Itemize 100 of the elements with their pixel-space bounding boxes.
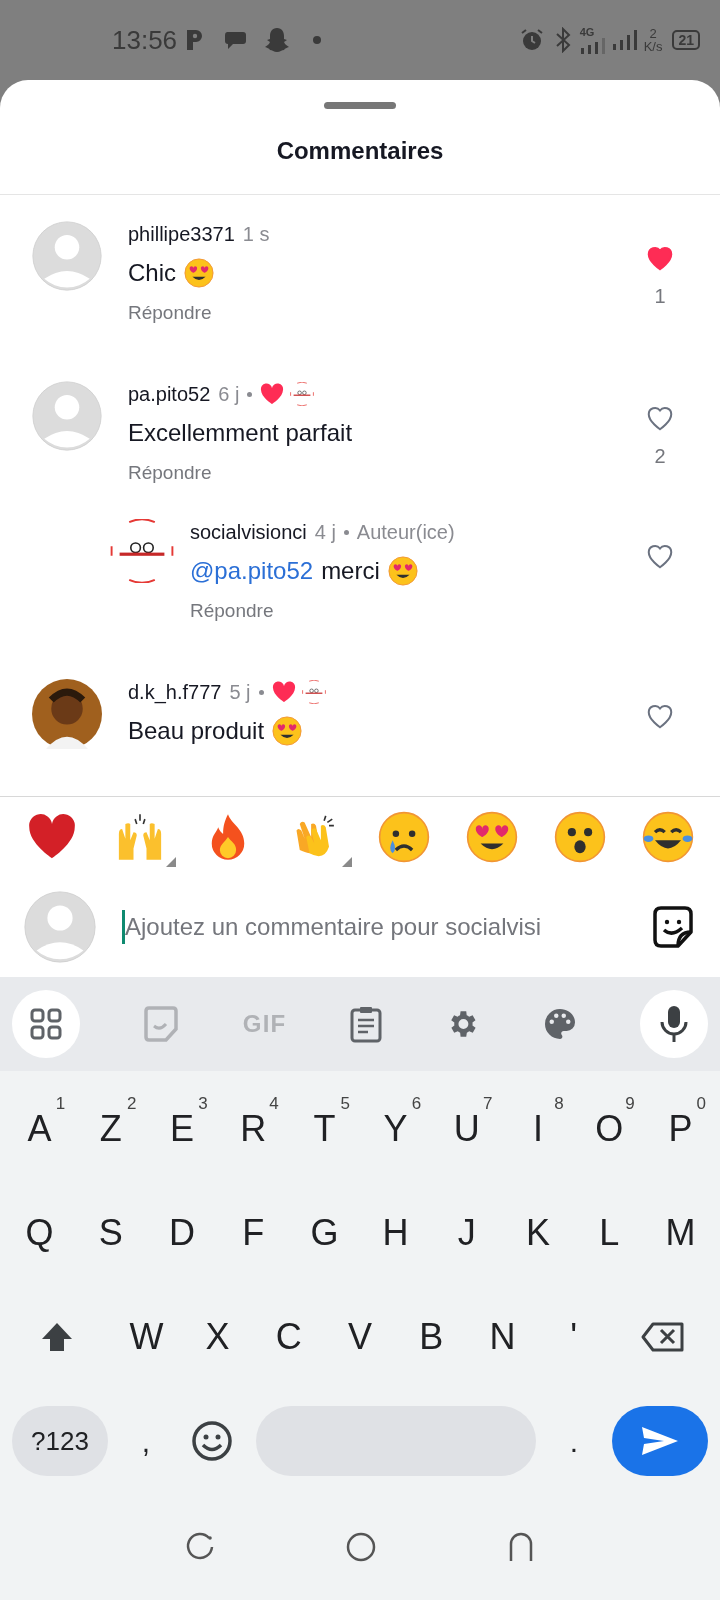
keyboard-key[interactable]: Z 2: [75, 1077, 147, 1181]
emoji-reaction-button[interactable]: [552, 809, 608, 865]
heart-eyes-face-icon: [184, 258, 214, 288]
key-hint: 6: [411, 1093, 422, 1115]
user-avatar: [32, 679, 102, 749]
keyboard-key[interactable]: U 7: [431, 1077, 503, 1181]
key-hint: 9: [625, 1093, 635, 1115]
microphone-icon: [658, 1005, 689, 1043]
user-avatar: [24, 891, 96, 963]
status-time: 13:56: [112, 23, 178, 57]
back-icon[interactable]: [507, 1531, 535, 1562]
keyboard-key[interactable]: Y 6: [360, 1077, 432, 1181]
dot-separator-icon: [247, 391, 253, 397]
keyboard-key[interactable]: M: [644, 1181, 717, 1285]
comment-time: 1 s: [242, 222, 270, 247]
comment-text: Beau produit: [128, 716, 265, 746]
emoji-reaction-button[interactable]: [376, 809, 432, 865]
backspace-icon: [640, 1322, 685, 1352]
comment-text: merci: [321, 556, 380, 586]
keyboard-key[interactable]: G: [288, 1181, 360, 1285]
comment-time: 6 j: [218, 382, 240, 407]
keyboard-key[interactable]: Q: [4, 1181, 76, 1285]
key-hint: 8: [554, 1093, 564, 1115]
dot-separator-icon: [343, 529, 349, 535]
comment-text: Excellemment parfait: [128, 418, 353, 448]
alarm-icon: [519, 28, 544, 52]
username[interactable]: socialvisionci: [190, 519, 307, 545]
heart-eyes-face-icon: [272, 716, 303, 746]
network-type: 4G: [579, 26, 595, 38]
emoji-reaction-button[interactable]: [464, 809, 520, 865]
username[interactable]: pa.pito52: [128, 381, 211, 407]
key-hint: 7: [482, 1093, 493, 1115]
username[interactable]: phillipe3371: [128, 221, 235, 247]
smiley-icon: [191, 1420, 233, 1462]
clipboard-icon[interactable]: [348, 1005, 383, 1043]
keyboard-key[interactable]: E 3: [146, 1077, 218, 1181]
heart-eyes-face-icon: [466, 811, 518, 863]
keyboard-key[interactable]: C: [253, 1285, 325, 1389]
key-hint: 0: [696, 1093, 707, 1115]
keyboard-key[interactable]: R 4: [217, 1077, 289, 1181]
symbols-key[interactable]: ?123: [12, 1406, 108, 1476]
brand-logo-icon: [290, 382, 315, 406]
keyboard-key[interactable]: ': [538, 1285, 610, 1389]
key-hint: 3: [198, 1093, 208, 1115]
comment-text: Chic: [128, 258, 176, 288]
signal-icon: [579, 37, 608, 54]
comment-time: 4 j: [314, 520, 336, 545]
reply-button[interactable]: Répondre: [128, 301, 212, 325]
drag-handle[interactable]: [324, 102, 396, 109]
laughing-face-icon: [642, 811, 694, 863]
mention-link[interactable]: @pa.pito52: [190, 555, 314, 587]
battery-indicator: 21: [672, 30, 700, 50]
key-hint: 2: [126, 1093, 137, 1115]
heart-icon: [260, 383, 285, 405]
keyboard-key[interactable]: D: [146, 1181, 218, 1285]
like-count: 1: [654, 284, 666, 309]
user-avatar: [32, 221, 102, 291]
sticker-icon[interactable]: [650, 904, 696, 950]
keyboard-key[interactable]: T 5: [288, 1077, 360, 1181]
user-avatar: [32, 381, 102, 451]
reply-button[interactable]: Répondre: [128, 461, 212, 485]
sheet-title: Commentaires: [276, 136, 444, 166]
keyboard-key[interactable]: V: [324, 1285, 396, 1389]
brand-logo-icon: [301, 680, 326, 704]
emoji-reaction-button[interactable]: [640, 809, 696, 865]
brand-logo-icon: [110, 519, 174, 583]
speed-unit: K/s: [643, 40, 663, 53]
keyboard-key[interactable]: I 8: [502, 1077, 574, 1181]
keyboard-key[interactable]: F: [217, 1181, 289, 1285]
comment-input[interactable]: Ajoutez un commentaire pour socialvisi: [122, 909, 638, 945]
comment-time: 5 j: [229, 680, 251, 705]
keyboard-key[interactable]: .: [544, 1389, 604, 1493]
keyboard-key[interactable]: A 1: [4, 1077, 76, 1181]
keyboard-key[interactable]: O 9: [573, 1077, 645, 1181]
home-icon[interactable]: [345, 1530, 377, 1563]
like-count: 2: [654, 444, 666, 469]
keyboard-key[interactable]: N: [466, 1285, 538, 1389]
key-hint: 1: [55, 1093, 66, 1115]
keyboard-key[interactable]: ,: [116, 1389, 176, 1493]
keyboard-key[interactable]: S: [75, 1181, 147, 1285]
crying-face-icon: [378, 811, 430, 863]
key-hint: 4: [269, 1093, 279, 1115]
keyboard-key[interactable]: K: [502, 1181, 574, 1285]
keyboard-key[interactable]: L: [573, 1181, 645, 1285]
keyboard-key[interactable]: X: [182, 1285, 254, 1389]
surprised-face-icon: [554, 811, 606, 863]
author-label: Auteur(ice): [356, 520, 455, 545]
dot-separator-icon: [258, 689, 264, 695]
username[interactable]: d.k_h.f777: [128, 679, 222, 705]
recent-apps-icon[interactable]: [185, 1531, 215, 1562]
keyboard-key[interactable]: W: [110, 1285, 182, 1389]
keyboard-key[interactable]: H: [360, 1181, 432, 1285]
reply-button[interactable]: Répondre: [190, 599, 274, 623]
keyboard-key[interactable]: B: [395, 1285, 467, 1389]
send-arrow-icon: [640, 1425, 680, 1457]
speed-value: 2: [649, 27, 657, 40]
grid-icon: [29, 1007, 63, 1041]
signal-icon: [611, 28, 640, 52]
keyboard-key[interactable]: P 0: [644, 1077, 717, 1181]
keyboard-key[interactable]: J: [431, 1181, 503, 1285]
